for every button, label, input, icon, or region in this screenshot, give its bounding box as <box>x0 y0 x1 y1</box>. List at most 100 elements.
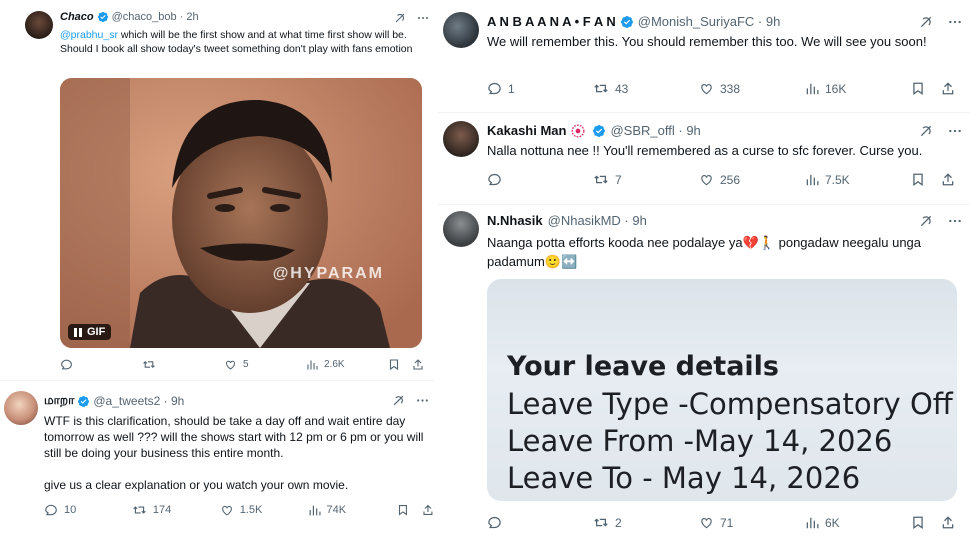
like-count: 71 <box>720 515 734 530</box>
pause-icon[interactable] <box>74 327 82 337</box>
grok-icon[interactable] <box>919 15 933 29</box>
like-button[interactable]: 1.5K <box>220 504 308 517</box>
leave-type: Leave Type -Compensatory Off <box>507 387 953 421</box>
grok-icon[interactable] <box>392 394 405 407</box>
share-icon[interactable] <box>941 515 955 530</box>
share-icon[interactable] <box>412 358 424 371</box>
leave-from: Leave From -May 14, 2026 <box>507 424 893 458</box>
timestamp[interactable]: 9h <box>171 394 184 408</box>
view-count: 7.5K <box>825 172 850 187</box>
retweet-icon <box>594 175 608 184</box>
timestamp[interactable]: 2h <box>186 11 198 23</box>
retweet-button[interactable]: 7 <box>593 172 699 187</box>
timestamp[interactable]: 9h <box>766 14 780 29</box>
views-button[interactable]: 2.6K <box>306 359 388 371</box>
like-count: 5 <box>243 359 249 370</box>
timestamp[interactable]: 9h <box>632 213 646 228</box>
gif-media[interactable]: @HYPARAM GIF <box>60 78 422 348</box>
share-icon[interactable] <box>422 503 434 517</box>
view-count: 16K <box>825 81 847 96</box>
more-icon[interactable] <box>947 214 963 228</box>
retweet-count: 2 <box>615 515 622 530</box>
author-handle[interactable]: @SBR_offl <box>610 123 674 138</box>
tweet-text: Nalla nottuna nee !! You'll remembered a… <box>487 143 923 158</box>
view-count: 74K <box>326 504 347 516</box>
avatar[interactable] <box>4 391 38 425</box>
retweet-button[interactable]: 43 <box>593 81 699 96</box>
like-button[interactable]: 5 <box>224 359 306 371</box>
tweet-maara[interactable]: மாறா @a_tweets2 · 9h WTF is this clarifi… <box>0 381 435 545</box>
retweet-button[interactable]: 2 <box>593 515 699 530</box>
retweet-button[interactable] <box>142 358 224 371</box>
like-count: 256 <box>720 172 741 187</box>
avatar[interactable] <box>443 121 479 157</box>
tweet-anbaana-fan[interactable]: A N B A A N A • F A N @Monish_SuriyaFC ·… <box>437 0 970 112</box>
author-handle[interactable]: @NhasikMD <box>548 213 621 228</box>
retweet-button[interactable]: 174 <box>132 503 220 517</box>
reply-button[interactable] <box>60 358 142 371</box>
gif-label: GIF <box>87 326 106 338</box>
views-button[interactable]: 7.5K <box>805 173 911 187</box>
mention-link[interactable]: @prabhu_sr <box>60 29 118 41</box>
reply-icon <box>488 82 501 95</box>
share-icon[interactable] <box>941 172 955 187</box>
author-name[interactable]: மாறா <box>44 393 74 409</box>
heart-icon <box>221 505 232 515</box>
reply-button[interactable]: 1 <box>487 81 593 96</box>
reply-button[interactable] <box>487 172 593 187</box>
separator-dot: · <box>674 123 687 138</box>
views-chart-icon <box>309 505 321 515</box>
views-button[interactable]: 6K <box>805 516 911 530</box>
author-name[interactable]: A N B A A N A • F A N <box>487 14 616 29</box>
avatar[interactable] <box>443 12 479 48</box>
like-button[interactable]: 338 <box>699 82 805 96</box>
tweet-chaco[interactable]: Chaco @chaco_bob · 2h @prabhu_sr which w… <box>0 0 435 378</box>
reply-icon <box>45 504 57 516</box>
more-icon[interactable] <box>947 124 963 138</box>
like-button[interactable]: 71 <box>699 516 805 530</box>
leave-details-image[interactable]: Your leave details Leave Type -Compensat… <box>487 279 957 501</box>
gif-badge[interactable]: GIF <box>68 324 112 340</box>
avatar[interactable] <box>443 211 479 247</box>
view-count: 6K <box>825 515 840 530</box>
views-button[interactable]: 74K <box>308 504 398 517</box>
tweet-text: WTF is this clarification, should be tak… <box>44 414 424 460</box>
bookmark-icon[interactable] <box>911 172 925 187</box>
bookmark-icon[interactable] <box>911 81 925 96</box>
bookmark-icon[interactable] <box>397 503 409 517</box>
views-button[interactable]: 16K <box>805 82 911 96</box>
author-name[interactable]: Chaco <box>60 11 94 23</box>
tweet-nhasik[interactable]: N.Nhasik @NhasikMD · 9h Naanga potta eff… <box>437 205 970 545</box>
grok-icon[interactable] <box>919 214 933 228</box>
grok-icon[interactable] <box>919 124 933 138</box>
more-icon[interactable] <box>416 12 430 24</box>
like-count: 1.5K <box>239 504 263 516</box>
retweet-icon <box>143 361 155 368</box>
gif-watermark: @HYPARAM <box>272 265 384 282</box>
tweet-kakashi-man[interactable]: Kakashi Man @SBR_offl · 9h Nalla nottuna… <box>437 113 970 205</box>
more-icon[interactable] <box>415 394 430 407</box>
author-name[interactable]: N.Nhasik <box>487 213 543 228</box>
author-name[interactable]: Kakashi Man <box>487 123 566 138</box>
bookmark-icon[interactable] <box>911 515 925 530</box>
bookmark-icon[interactable] <box>388 358 400 371</box>
leave-heading: Your leave details <box>507 351 780 382</box>
retweet-count: 174 <box>152 504 172 516</box>
grok-icon[interactable] <box>394 12 406 24</box>
right-panel: A N B A A N A • F A N @Monish_SuriyaFC ·… <box>437 0 970 545</box>
reply-button[interactable] <box>487 515 593 530</box>
author-handle[interactable]: @a_tweets2 <box>93 394 160 408</box>
reply-button[interactable]: 10 <box>44 503 132 517</box>
like-button[interactable]: 256 <box>699 173 805 187</box>
retweet-count: 43 <box>615 81 629 96</box>
heart-icon <box>701 174 712 185</box>
share-icon[interactable] <box>941 81 955 96</box>
separator-dot: · <box>176 11 187 23</box>
retweet-count: 7 <box>615 172 622 187</box>
author-handle[interactable]: @Monish_SuriyaFC <box>638 14 755 29</box>
more-icon[interactable] <box>947 15 963 29</box>
avatar[interactable] <box>25 11 53 39</box>
reply-icon <box>61 359 72 370</box>
timestamp[interactable]: 9h <box>686 123 700 138</box>
author-handle[interactable]: @chaco_bob <box>112 11 177 23</box>
